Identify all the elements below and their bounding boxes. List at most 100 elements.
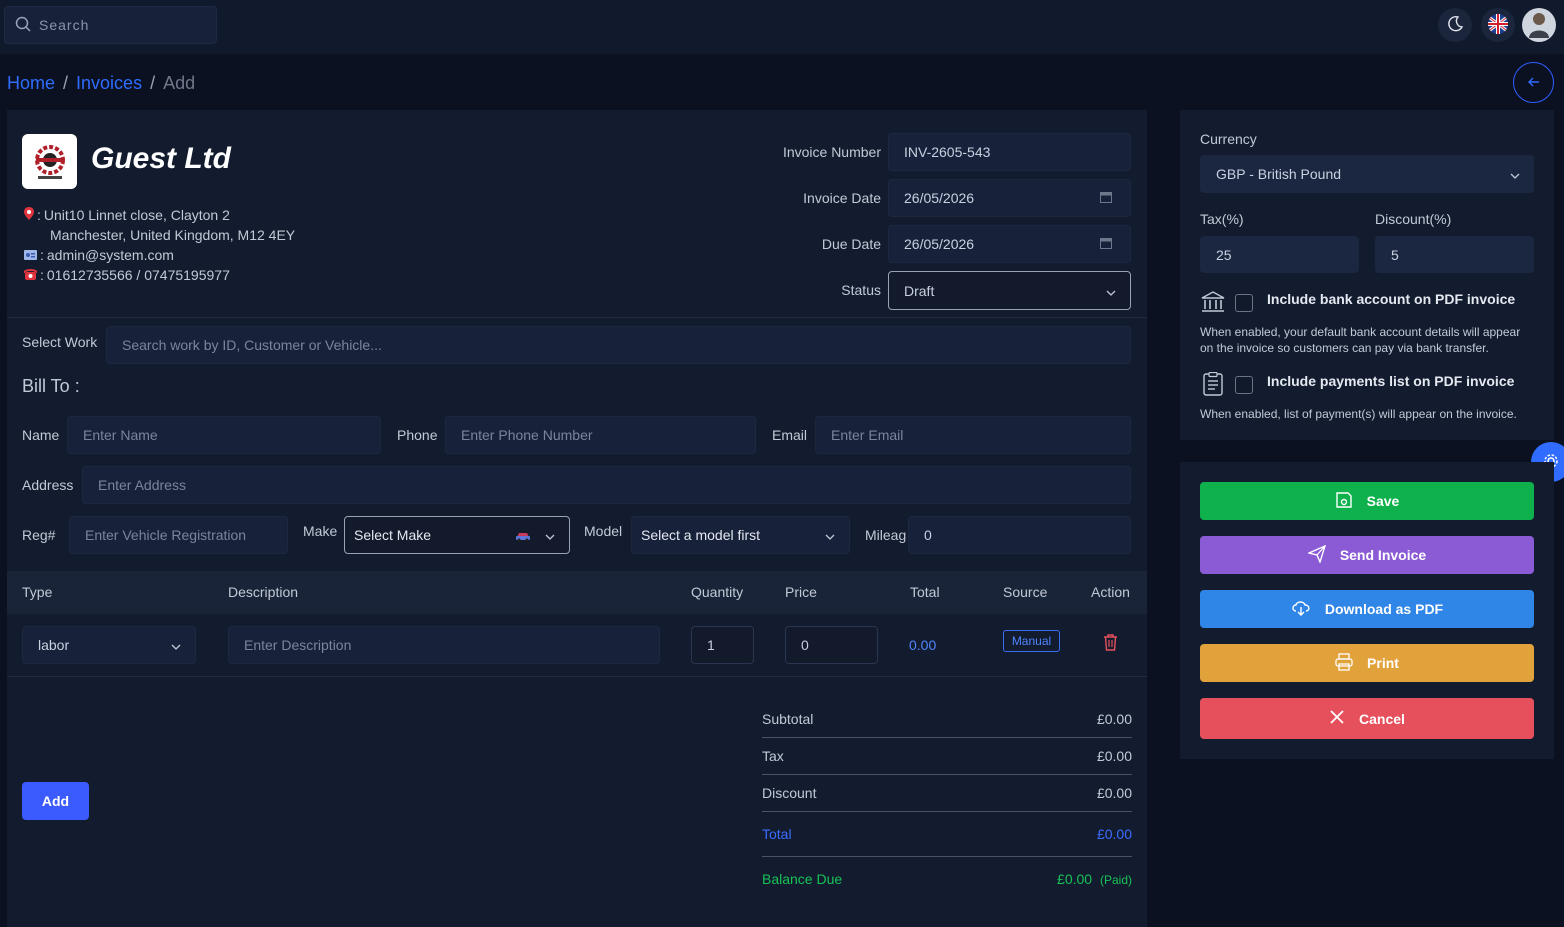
discount-percent-input[interactable]: 5 [1375,236,1534,273]
cancel-button[interactable]: Cancel [1200,698,1534,739]
currency-select[interactable]: GBP - British Pound [1200,155,1534,193]
print-label: Print [1367,655,1399,671]
make-select[interactable]: Select Make [344,516,570,554]
quantity-input[interactable]: 1 [691,626,754,664]
select-work-input[interactable]: Search work by ID, Customer or Vehicle..… [106,326,1131,364]
separator: : [40,247,44,263]
due-date-value: 26/05/2026 [904,236,975,252]
search-icon [15,16,31,35]
status-select[interactable]: Draft [888,271,1131,310]
document-list-icon [1203,371,1223,399]
tax-row: Tax £0.00 [762,748,1132,764]
balance-due-value: £0.00 (Paid) [1057,871,1132,887]
breadcrumb-home[interactable]: Home [7,73,55,94]
divider [762,811,1132,812]
model-label: Model [584,523,623,539]
reg-input[interactable]: Enter Vehicle Registration [69,516,288,554]
tax-label: Tax [762,748,784,764]
invoice-form-card: Guest Ltd : Unit10 Linnet close, Clayton… [7,110,1147,927]
address-line-2: Manchester, United Kingdom, M12 4EY [50,227,296,243]
phone-text: 01612735566 / 07475195977 [46,267,230,283]
breadcrumb-invoices[interactable]: Invoices [76,73,142,94]
invoice-date-field[interactable]: 26/05/2026 [888,179,1131,217]
total-value: £0.00 [1096,826,1132,842]
arrow-left-icon [1527,76,1540,90]
search-input[interactable] [39,17,199,33]
email-label: Email [772,427,808,443]
chevron-down-icon [171,637,181,653]
breadcrumb-separator: / [150,73,156,93]
model-select[interactable]: Select a model first [631,516,850,554]
uk-flag-icon [1487,13,1509,38]
calendar-icon[interactable] [1100,190,1112,206]
include-payments-checkbox[interactable] [1235,376,1253,394]
print-button[interactable]: Print [1200,644,1534,682]
paper-plane-icon [1306,544,1326,566]
invoice-number-field[interactable]: INV-2605-543 [888,133,1131,171]
column-header-description: Description [228,584,299,600]
company-phone: : 01612735566 / 07475195977 [23,267,230,283]
user-avatar[interactable] [1522,8,1556,42]
invoice-date-value: 26/05/2026 [904,190,975,206]
include-payments-title: Include payments list on PDF invoice [1267,373,1515,389]
include-payments-description: When enabled, list of payment(s) will ap… [1200,407,1517,421]
address-line-1: Unit10 Linnet close, Clayton 2 [43,207,230,223]
send-invoice-button[interactable]: Send Invoice [1200,536,1534,574]
make-value: Select Make [354,527,432,543]
price-input[interactable]: 0 [785,626,878,664]
column-header-price: Price [785,584,817,600]
send-invoice-label: Send Invoice [1339,547,1427,563]
balance-due-label: Balance Due [762,871,843,887]
make-label: Make [303,523,338,539]
back-button[interactable] [1513,62,1554,103]
actions-card: Save Send Invoice Download as PDF Print … [1180,462,1554,759]
trash-icon [1103,634,1118,654]
save-button[interactable]: Save [1200,482,1534,520]
subtotal-row: Subtotal £0.00 [762,711,1132,727]
balance-amount: £0.00 [1057,871,1093,887]
cancel-label: Cancel [1359,710,1405,727]
search-box[interactable] [4,6,217,44]
name-input[interactable]: Enter Name [67,416,381,454]
tax-percent-input[interactable]: 25 [1200,236,1359,273]
chevron-down-icon [1106,283,1116,299]
bill-to-title: Bill To : [22,376,80,396]
phone-input[interactable]: Enter Phone Number [445,416,756,454]
avatar-icon [1527,10,1551,41]
chevron-down-icon [825,527,835,543]
total-row: Total £0.00 [762,826,1132,842]
include-bank-checkbox[interactable] [1235,294,1253,312]
delete-row-button[interactable] [1103,634,1118,654]
column-header-source: Source [1003,584,1048,600]
printer-icon [1335,652,1353,674]
company-name: Guest Ltd [91,142,231,175]
description-input[interactable]: Enter Description [228,626,660,664]
divider [762,737,1132,738]
invoice-date-label: Invoice Date [803,190,881,206]
column-header-total: Total [910,584,940,600]
email-input[interactable]: Enter Email [815,416,1131,454]
address-input[interactable]: Enter Address [82,466,1131,504]
status-value: Draft [904,282,935,299]
mileage-input[interactable]: 0 [908,516,1131,554]
include-bank-title: Include bank account on PDF invoice [1267,291,1516,307]
chevron-down-icon [1510,166,1520,182]
tax-value: £0.00 [1096,748,1132,764]
dark-mode-toggle[interactable] [1438,8,1472,42]
language-selector[interactable] [1481,8,1515,42]
car-icon [515,529,531,545]
location-pin-icon [24,207,34,223]
breadcrumb-current: Add [163,73,196,93]
due-date-field[interactable]: 26/05/2026 [888,225,1131,263]
add-item-button[interactable]: Add [22,782,89,820]
mileage-label: Mileag [865,527,907,543]
type-select[interactable]: labor [22,626,196,664]
balance-status: (Paid) [1099,873,1132,887]
calendar-icon[interactable] [1100,236,1112,252]
divider [7,317,1147,318]
email-text: admin@system.com [46,247,174,263]
items-table-header: Type Description Quantity Price Total So… [7,571,1147,614]
breadcrumb-separator: / [63,73,69,93]
download-pdf-button[interactable]: Download as PDF [1200,590,1534,628]
breadcrumb: Home / Invoices / Add [7,73,195,94]
